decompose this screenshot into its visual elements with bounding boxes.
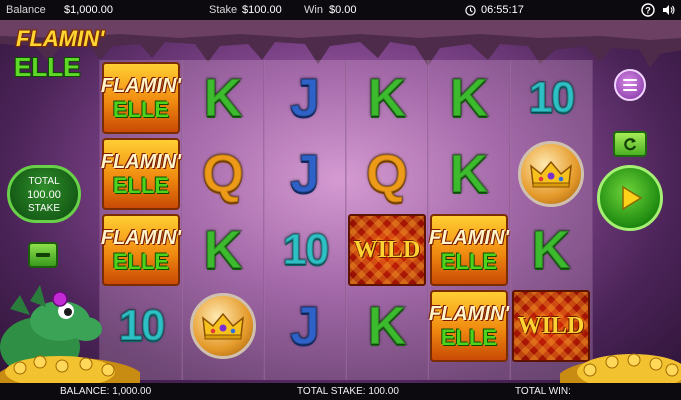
clock-icon [462, 2, 478, 18]
flamin-elle-symbol: FLAMIN' ELLE [429, 290, 509, 362]
reel-cell: K [510, 212, 592, 288]
clock-time: 06:55:17 [481, 4, 524, 16]
reel-2: K Q K [181, 60, 265, 380]
sound-icon[interactable] [660, 2, 676, 18]
logo-line1: FLAMIN' [16, 26, 105, 51]
reel-cell: FLAMIN' ELLE [100, 60, 182, 136]
crown-symbol [518, 141, 584, 207]
reel-4: K Q WILD K [345, 60, 429, 380]
reel-cell: 10 [264, 212, 346, 288]
total-label: TOTAL [28, 176, 60, 187]
play-icon [622, 185, 643, 211]
svg-text:?: ? [645, 6, 651, 16]
ten-symbol: 10 [528, 73, 577, 122]
reel-cell: FLAMIN' ELLE [428, 212, 510, 288]
reel-cell: J [264, 60, 346, 136]
reel-cell: 10 [510, 60, 592, 136]
k-symbol: K [367, 68, 408, 128]
wild-symbol: WILD [348, 214, 426, 286]
flamin-elle-symbol: FLAMIN' ELLE [101, 214, 181, 286]
refresh-icon [624, 138, 637, 151]
help-icon[interactable]: ? [640, 2, 656, 18]
q-symbol: Q [201, 144, 245, 204]
reel-cell: J [264, 136, 346, 212]
k-symbol: K [449, 144, 490, 204]
menu-icon [623, 79, 637, 81]
reel-cell: K [182, 212, 264, 288]
reel-cell: FLAMIN' ELLE [100, 212, 182, 288]
decrease-stake-button[interactable] [28, 242, 58, 268]
stake-value: $100.00 [242, 4, 282, 16]
total-stake-panel: TOTAL 100.00 STAKE [7, 165, 81, 223]
reel-3: J J 10 J [263, 60, 347, 380]
reel-grid[interactable]: FLAMIN' ELLE FLAMIN' ELLE FLAMIN' ELLE 10 K… [99, 60, 593, 380]
logo-line2: ELLE [14, 52, 81, 82]
crown-icon [530, 160, 572, 188]
reel-cell: K [428, 136, 510, 212]
autoplay-button[interactable] [613, 131, 647, 157]
game-logo: FLAMIN' ELLE [10, 26, 105, 86]
bottom-total-stake: TOTAL STAKE: 100.00 [297, 386, 399, 397]
reel-cell: K [346, 288, 428, 364]
crown-symbol [190, 293, 256, 359]
flamin-elle-symbol: FLAMIN' ELLE [429, 214, 509, 286]
reel-cell: FLAMIN' ELLE [100, 136, 182, 212]
win-value: $0.00 [329, 4, 357, 16]
k-symbol: K [203, 68, 244, 128]
top-status-bar: Balance $1,000.00 Stake $100.00 Win $0.0… [0, 0, 681, 20]
spin-button[interactable] [597, 165, 663, 231]
crown-icon [202, 312, 244, 340]
menu-button[interactable] [614, 69, 646, 101]
j-symbol: J [289, 296, 321, 356]
k-symbol: K [449, 68, 490, 128]
reel-cell: K [346, 60, 428, 136]
balance-value: $1,000.00 [64, 4, 113, 16]
bottom-info-bar: BALANCE: 1,000.00 TOTAL STAKE: 100.00 TO… [0, 383, 681, 400]
reel-5: K K FLAMIN' ELLE FLAMIN' ELLE [427, 60, 511, 380]
k-symbol: K [203, 220, 244, 280]
minus-icon [36, 253, 50, 257]
reel-cell [510, 136, 592, 212]
gold-coins-right [560, 353, 681, 385]
reel-cell: Q [182, 136, 264, 212]
win-label: Win [304, 4, 323, 16]
flamin-elle-symbol: FLAMIN' ELLE [101, 138, 181, 210]
bottom-total-win: TOTAL WIN: [515, 386, 571, 397]
flamin-elle-symbol: FLAMIN' ELLE [101, 62, 181, 134]
stake-amount: 100.00 [27, 189, 61, 201]
bottom-balance: BALANCE: 1,000.00 [60, 386, 152, 397]
balance-label: Balance [6, 4, 46, 16]
reel-cell: WILD [346, 212, 428, 288]
reel-cell: K [182, 60, 264, 136]
j-symbol: J [289, 144, 321, 204]
j-symbol: J [289, 68, 321, 128]
q-symbol: Q [365, 144, 409, 204]
reel-cell: J [264, 288, 346, 364]
stake-label: STAKE [27, 203, 61, 214]
reel-cell [182, 288, 264, 364]
k-symbol: K [531, 220, 572, 280]
stake-label: Stake [209, 4, 238, 16]
game-screen: Balance $1,000.00 Stake $100.00 Win $0.0… [0, 0, 681, 400]
reel-cell: FLAMIN' ELLE [428, 288, 510, 364]
k-symbol: K [367, 296, 408, 356]
reel-cell: Q [346, 136, 428, 212]
gold-coins-left [0, 355, 140, 385]
reel-cell: K [428, 60, 510, 136]
ten-symbol: 10 [282, 225, 331, 274]
